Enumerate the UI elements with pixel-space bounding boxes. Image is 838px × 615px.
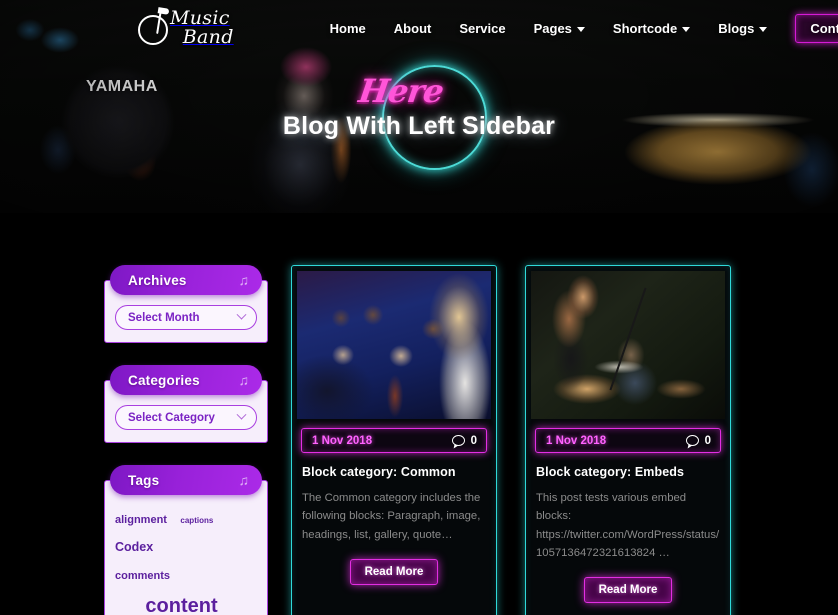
logo-wordmark: Music Band	[170, 7, 233, 46]
page-title: Blog With Left Sidebar	[282, 112, 556, 140]
hero-banner: YAMAHA Music Band Home About Service Pag…	[0, 0, 838, 213]
contact-us-button[interactable]: Contact Us	[795, 13, 838, 43]
music-note-icon: ♫	[238, 272, 250, 288]
tag-link[interactable]: alignment	[115, 511, 167, 530]
nav-item-shortcode[interactable]: Shortcode	[599, 15, 704, 42]
nav-label: Service	[459, 20, 506, 36]
nav-label: About	[393, 20, 432, 36]
post-date: 1 Nov 2018	[546, 434, 607, 447]
read-more-button[interactable]: Read More	[583, 577, 673, 604]
music-note-icon: ♫	[238, 372, 250, 388]
widget-categories-header: Categories ♫	[110, 365, 262, 395]
nav-label: Shortcode	[612, 20, 678, 36]
tag-link[interactable]: content περιεχόμενο	[115, 595, 248, 615]
post-title[interactable]: Block category: Common	[302, 465, 486, 479]
nav-item-service[interactable]: Service	[445, 15, 519, 42]
nav-item-pages[interactable]: Pages	[520, 15, 599, 42]
site-logo[interactable]: Music Band	[138, 7, 233, 46]
music-note-circle-icon	[138, 15, 168, 45]
post-list: 1 Nov 2018 0 Block category: Common The …	[291, 265, 731, 615]
comment-count: 0	[470, 434, 477, 447]
guitarist-band-photo	[531, 271, 725, 419]
widget-title: Tags	[128, 472, 160, 488]
main-navigation: Home About Service Pages Shortcode Blogs…	[316, 13, 838, 43]
logo-line-1: Music	[170, 7, 230, 30]
comment-count: 0	[704, 434, 711, 447]
nav-label: Pages	[533, 20, 572, 36]
tag-cloud: alignment captions Codex comments conten…	[115, 505, 257, 615]
post-thumbnail[interactable]	[531, 271, 725, 419]
select-category-value: Select Category	[128, 411, 215, 424]
post-title[interactable]: Block category: Embeds	[536, 465, 720, 479]
widget-tags-header: Tags ♫	[110, 465, 262, 495]
orchestra-singer-photo	[297, 271, 491, 419]
nav-label: Home	[329, 20, 366, 36]
tag-link[interactable]: Codex	[115, 537, 153, 559]
nav-item-about[interactable]: About	[380, 15, 446, 42]
nav-label: Blogs	[718, 20, 755, 36]
post-card[interactable]: 1 Nov 2018 0 Block category: Embeds This…	[525, 265, 731, 615]
read-more-wrapper: Read More	[531, 577, 725, 604]
nav-item-blogs[interactable]: Blogs	[704, 15, 781, 42]
read-more-wrapper: Read More	[297, 558, 491, 585]
left-sidebar: Archives ♫ Select Month Categories ♫ Sel…	[104, 265, 268, 615]
post-excerpt: The Common category includes the followi…	[302, 492, 481, 541]
chevron-down-icon	[682, 26, 691, 32]
nav-item-home[interactable]: Home	[316, 15, 380, 42]
chevron-down-icon	[759, 26, 768, 32]
site-header: Music Band Home About Service Pages Shor…	[0, 0, 838, 56]
post-meta-bar: 1 Nov 2018 0	[301, 428, 487, 453]
select-category-dropdown[interactable]: Select Category	[115, 405, 257, 430]
comment-bubble-icon	[685, 435, 699, 446]
logo-line-2: Band	[182, 25, 234, 48]
widget-categories: Categories ♫ Select Category	[104, 365, 268, 443]
select-month-dropdown[interactable]: Select Month	[115, 305, 257, 330]
main-content: Archives ♫ Select Month Categories ♫ Sel…	[0, 213, 838, 615]
post-meta-bar: 1 Nov 2018 0	[535, 428, 721, 453]
post-date: 1 Nov 2018	[312, 434, 373, 447]
widget-title: Archives	[128, 272, 187, 288]
widget-archives: Archives ♫ Select Month	[104, 265, 268, 343]
comment-bubble-icon	[451, 435, 465, 446]
read-more-button[interactable]: Read More	[349, 558, 439, 585]
post-card[interactable]: 1 Nov 2018 0 Block category: Common The …	[291, 265, 497, 615]
music-note-icon: ♫	[238, 472, 250, 488]
chevron-down-icon	[236, 309, 247, 320]
select-month-value: Select Month	[128, 311, 200, 324]
post-excerpt: This post tests various embed blocks: ht…	[536, 492, 720, 559]
widget-title: Categories	[128, 372, 200, 388]
chevron-down-icon	[236, 409, 247, 420]
post-comments[interactable]: 0	[451, 434, 477, 447]
post-thumbnail[interactable]	[297, 271, 491, 419]
widget-tags-body: alignment captions Codex comments conten…	[104, 480, 268, 615]
chevron-down-icon	[576, 26, 585, 32]
widget-archives-header: Archives ♫	[110, 265, 262, 295]
post-comments[interactable]: 0	[685, 434, 711, 447]
tag-link[interactable]: comments	[115, 567, 170, 586]
hero-script-text: Here	[356, 72, 446, 110]
widget-tags: Tags ♫ alignment captions Codex comments…	[104, 465, 268, 615]
tag-link[interactable]: captions	[180, 514, 213, 528]
